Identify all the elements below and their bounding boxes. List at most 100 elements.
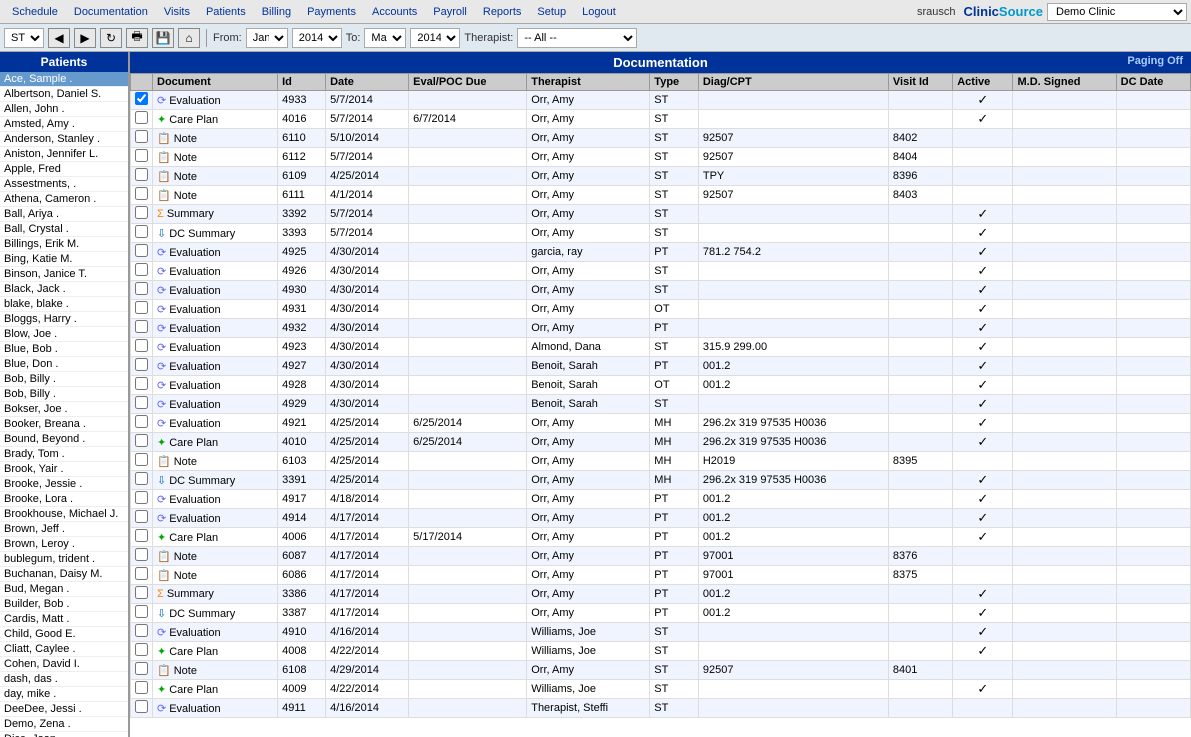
- row-checkbox[interactable]: [135, 472, 148, 485]
- row-checkbox[interactable]: [135, 168, 148, 181]
- patient-item[interactable]: Bound, Beyond .: [0, 432, 128, 447]
- forward-btn[interactable]: ▶: [74, 28, 96, 48]
- row-checkbox[interactable]: [135, 130, 148, 143]
- nav-patients[interactable]: Patients: [198, 6, 254, 18]
- patient-item[interactable]: Binson, Janice T.: [0, 267, 128, 282]
- doc-name[interactable]: Note: [174, 190, 197, 202]
- table-row[interactable]: ΣSummary33925/7/2014Orr, AmyST✓: [131, 205, 1191, 224]
- row-checkbox[interactable]: [135, 700, 148, 713]
- table-row[interactable]: 📋Note61094/25/2014Orr, AmySTTPY8396: [131, 167, 1191, 186]
- patient-item[interactable]: Brooke, Lora .: [0, 492, 128, 507]
- row-checkbox[interactable]: [135, 282, 148, 295]
- patient-item[interactable]: Brookhouse, Michael J.: [0, 507, 128, 522]
- nav-logout[interactable]: Logout: [574, 6, 624, 18]
- row-checkbox[interactable]: [135, 339, 148, 352]
- doc-name[interactable]: Summary: [167, 588, 214, 600]
- table-row[interactable]: ⇩DC Summary33914/25/2014Orr, AmyMH296.2x…: [131, 471, 1191, 490]
- patient-item[interactable]: Child, Good E.: [0, 627, 128, 642]
- patient-item[interactable]: Black, Jack .: [0, 282, 128, 297]
- patient-item[interactable]: Brady, Tom .: [0, 447, 128, 462]
- table-row[interactable]: ⟳Evaluation49264/30/2014Orr, AmyST✓: [131, 262, 1191, 281]
- table-row[interactable]: ⟳Evaluation49214/25/20146/25/2014Orr, Am…: [131, 414, 1191, 433]
- doc-name[interactable]: Evaluation: [169, 247, 220, 259]
- nav-visits[interactable]: Visits: [156, 6, 198, 18]
- table-row[interactable]: ⟳Evaluation49114/16/2014Therapist, Steff…: [131, 699, 1191, 718]
- patient-item[interactable]: Booker, Breana .: [0, 417, 128, 432]
- to-year-select[interactable]: 2014: [410, 28, 460, 48]
- patient-item[interactable]: Brooke, Jessie .: [0, 477, 128, 492]
- doc-name[interactable]: Note: [174, 133, 197, 145]
- patient-item[interactable]: Bokser, Joe .: [0, 402, 128, 417]
- patient-item[interactable]: blake, blake .: [0, 297, 128, 312]
- col-eval-poc[interactable]: Eval/POC Due: [409, 74, 527, 91]
- table-row[interactable]: ⟳Evaluation49174/18/2014Orr, AmyPT001.2✓: [131, 490, 1191, 509]
- home-btn[interactable]: ⌂: [178, 28, 200, 48]
- col-document[interactable]: Document: [153, 74, 278, 91]
- col-active[interactable]: Active: [953, 74, 1013, 91]
- row-checkbox[interactable]: [135, 111, 148, 124]
- table-row[interactable]: ⟳Evaluation49284/30/2014Benoit, SarahOT0…: [131, 376, 1191, 395]
- row-checkbox[interactable]: [135, 453, 148, 466]
- to-month-select[interactable]: May: [364, 28, 406, 48]
- st-select[interactable]: ST: [4, 28, 44, 48]
- table-row[interactable]: ⟳Evaluation49294/30/2014Benoit, SarahST✓: [131, 395, 1191, 414]
- patient-item[interactable]: Bob, Billy .: [0, 387, 128, 402]
- patient-item[interactable]: Dice, Joan .: [0, 732, 128, 737]
- patient-item[interactable]: Blue, Don .: [0, 357, 128, 372]
- patient-item[interactable]: Cardis, Matt .: [0, 612, 128, 627]
- table-row[interactable]: 📋Note61084/29/2014Orr, AmyST925078401: [131, 661, 1191, 680]
- row-checkbox[interactable]: [135, 206, 148, 219]
- patient-item[interactable]: Allen, John .: [0, 102, 128, 117]
- col-md-signed[interactable]: M.D. Signed: [1013, 74, 1116, 91]
- row-checkbox[interactable]: [135, 586, 148, 599]
- col-type[interactable]: Type: [650, 74, 699, 91]
- patient-item[interactable]: Blue, Bob .: [0, 342, 128, 357]
- doc-name[interactable]: Evaluation: [169, 304, 220, 316]
- row-checkbox[interactable]: [135, 358, 148, 371]
- patient-item[interactable]: Buchanan, Daisy M.: [0, 567, 128, 582]
- patient-item[interactable]: Demo, Zena .: [0, 717, 128, 732]
- col-date[interactable]: Date: [326, 74, 409, 91]
- row-checkbox[interactable]: [135, 377, 148, 390]
- nav-billing[interactable]: Billing: [254, 6, 299, 18]
- patient-item[interactable]: Anderson, Stanley .: [0, 132, 128, 147]
- row-checkbox[interactable]: [135, 662, 148, 675]
- table-row[interactable]: ✦Care Plan40094/22/2014Williams, JoeST✓: [131, 680, 1191, 699]
- row-checkbox[interactable]: [135, 491, 148, 504]
- table-row[interactable]: ⟳Evaluation49324/30/2014Orr, AmyPT✓: [131, 319, 1191, 338]
- doc-name[interactable]: Evaluation: [169, 494, 220, 506]
- doc-name[interactable]: Evaluation: [169, 95, 220, 107]
- doc-name[interactable]: Evaluation: [169, 627, 220, 639]
- row-checkbox[interactable]: [135, 320, 148, 333]
- back-btn[interactable]: ◀: [48, 28, 70, 48]
- patient-item[interactable]: Assestments, .: [0, 177, 128, 192]
- table-row[interactable]: ⇩DC Summary33874/17/2014Orr, AmyPT001.2✓: [131, 604, 1191, 623]
- doc-name[interactable]: Evaluation: [169, 380, 220, 392]
- table-row[interactable]: 📋Note61105/10/2014Orr, AmyST925078402: [131, 129, 1191, 148]
- doc-name[interactable]: Evaluation: [169, 266, 220, 278]
- patient-item[interactable]: Bloggs, Harry .: [0, 312, 128, 327]
- patient-item[interactable]: Brown, Leroy .: [0, 537, 128, 552]
- nav-payroll[interactable]: Payroll: [425, 6, 475, 18]
- doc-name[interactable]: Care Plan: [169, 684, 218, 696]
- table-row[interactable]: ⟳Evaluation49274/30/2014Benoit, SarahPT0…: [131, 357, 1191, 376]
- patient-item[interactable]: Bud, Megan .: [0, 582, 128, 597]
- doc-name[interactable]: DC Summary: [169, 475, 235, 487]
- patient-item[interactable]: Ball, Crystal .: [0, 222, 128, 237]
- doc-name[interactable]: Evaluation: [169, 418, 220, 430]
- patient-item[interactable]: DeeDee, Jessi .: [0, 702, 128, 717]
- doc-name[interactable]: Evaluation: [169, 399, 220, 411]
- row-checkbox[interactable]: [135, 244, 148, 257]
- doc-name[interactable]: Evaluation: [169, 342, 220, 354]
- row-checkbox[interactable]: [135, 510, 148, 523]
- therapist-select[interactable]: -- All --: [517, 28, 637, 48]
- nav-payments[interactable]: Payments: [299, 6, 364, 18]
- row-checkbox[interactable]: [135, 643, 148, 656]
- patient-item[interactable]: Cohen, David I.: [0, 657, 128, 672]
- doc-name[interactable]: Care Plan: [169, 437, 218, 449]
- col-therapist[interactable]: Therapist: [527, 74, 650, 91]
- table-row[interactable]: 📋Note60864/17/2014Orr, AmyPT970018375: [131, 566, 1191, 585]
- doc-name[interactable]: DC Summary: [169, 608, 235, 620]
- patient-item[interactable]: Bob, Billy .: [0, 372, 128, 387]
- nav-reports[interactable]: Reports: [475, 6, 530, 18]
